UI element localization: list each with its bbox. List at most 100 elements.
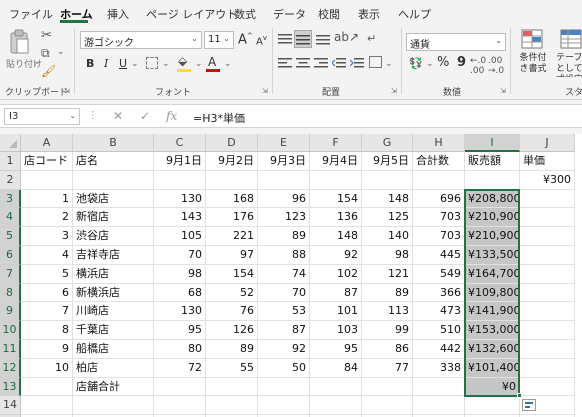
store-d2-cell[interactable]: 154 [206,264,258,284]
cell-j3[interactable] [520,189,575,209]
fill-color-icon[interactable]: ⬙ [178,54,187,68]
store-d2-cell[interactable]: 55 [206,358,258,378]
decrease-decimal-icon[interactable]: .00 →.0 [488,56,504,76]
column-header-g[interactable]: G [362,134,413,152]
store-total-cell[interactable]: 510 [413,321,465,340]
store-name-cell[interactable]: 新横浜店 [73,283,154,303]
cell-d13[interactable] [206,377,258,397]
store-d5-cell[interactable]: 77 [362,358,413,378]
align-top-icon[interactable] [278,33,292,48]
store-d5-cell[interactable]: 121 [362,264,413,284]
accounting-format-icon[interactable]: 💱 [409,57,423,70]
store-sales-cell[interactable]: ¥153,000 [465,321,521,340]
column-header-i[interactable]: I [465,134,520,152]
tab-page-layout[interactable]: ページ レイアウト [146,6,237,22]
column-header-e[interactable]: E [258,134,310,152]
store-code-cell[interactable]: 5 [21,264,73,284]
alignment-launcher-icon[interactable]: ⇲ [391,87,397,95]
store-d4-cell[interactable]: 102 [310,264,362,284]
store-d4-cell[interactable]: 87 [310,283,362,303]
merge-dropdown-icon[interactable]: ⌄ [385,59,393,69]
tab-help[interactable]: ヘルプ [398,6,431,22]
store-name-cell[interactable]: 川崎店 [73,302,154,322]
font-color-dropdown-icon[interactable]: ⌄ [224,59,232,69]
cell-h13[interactable] [413,377,465,397]
store-name-cell[interactable]: 新宿店 [73,208,154,228]
store-name-cell[interactable]: 渋谷店 [73,227,154,246]
increase-indent-icon[interactable] [349,57,364,72]
underline-dropdown-icon[interactable]: ⌄ [131,59,139,69]
store-d1-cell[interactable]: 143 [154,208,206,228]
align-right-icon[interactable] [314,57,328,72]
italic-button[interactable]: I [104,57,108,70]
comma-style-button[interactable]: 9 [457,55,466,70]
number-launcher-icon[interactable]: ⇲ [500,87,506,95]
cell-g14[interactable] [362,396,413,416]
store-sales-cell[interactable]: ¥208,800 [465,189,521,209]
tab-data[interactable]: データ [273,6,306,22]
store-code-cell[interactable]: 9 [21,340,73,359]
store-total-cell[interactable]: 442 [413,340,465,359]
store-d4-cell[interactable]: 95 [310,340,362,359]
store-d3-cell[interactable]: 123 [258,208,310,228]
cell-j8[interactable] [520,283,575,303]
font-launcher-icon[interactable]: ⇲ [262,87,268,95]
store-d1-cell[interactable]: 98 [154,264,206,284]
row-header-12[interactable]: 12 [0,358,21,378]
store-sales-cell[interactable]: ¥164,700 [465,264,521,284]
store-d4-cell[interactable]: 148 [310,227,362,246]
store-name-cell[interactable]: 吉祥寺店 [73,246,154,265]
store-total-cell[interactable]: 338 [413,358,465,378]
format-painter-icon[interactable]: 🖌 [41,64,56,78]
accounting-dropdown-icon[interactable]: ⌄ [426,59,434,69]
store-d5-cell[interactable]: 125 [362,208,413,228]
row-header-14[interactable]: 14 [0,396,21,416]
store-sales-cell[interactable]: ¥109,800 [465,283,521,303]
header-cell-d4[interactable]: 9月4日 [310,152,362,171]
cell-j13[interactable] [520,377,575,397]
store-name-cell[interactable]: 横浜店 [73,264,154,284]
column-header-j[interactable]: J [520,134,575,152]
store-d1-cell[interactable]: 95 [154,321,206,340]
cell-j11[interactable] [520,340,575,359]
cell-f14[interactable] [310,396,362,416]
store-d4-cell[interactable]: 84 [310,358,362,378]
store-code-cell[interactable]: 8 [21,321,73,340]
store-d5-cell[interactable]: 113 [362,302,413,322]
clipboard-launcher-icon[interactable]: ⇲ [64,87,70,95]
store-name-cell[interactable]: 船橋店 [73,340,154,359]
store-name-cell[interactable]: 柏店 [73,358,154,378]
cell-g13[interactable] [362,377,413,397]
formula-input[interactable]: =H3*単価 [193,110,245,126]
store-d5-cell[interactable]: 89 [362,283,413,303]
store-d1-cell[interactable]: 68 [154,283,206,303]
store-total-cell[interactable]: 473 [413,302,465,322]
align-left-icon[interactable] [278,57,292,72]
borders-icon[interactable] [146,57,158,69]
cell-j4[interactable] [520,208,575,228]
paste-icon[interactable] [8,29,30,57]
cancel-formula-icon[interactable]: ✕ [113,109,123,123]
store-total-cell[interactable]: 549 [413,264,465,284]
store-d3-cell[interactable]: 96 [258,189,310,209]
store-total-cell[interactable]: 703 [413,227,465,246]
column-header-c[interactable]: C [154,134,206,152]
increase-decimal-icon[interactable]: ←.0.00 [470,56,486,76]
store-code-cell[interactable]: 2 [21,208,73,228]
cell-j9[interactable] [520,302,575,322]
align-bottom-icon[interactable] [316,33,330,48]
cell-e13[interactable] [258,377,310,397]
percent-style-button[interactable]: % [437,55,449,70]
cell-a2[interactable] [21,170,73,190]
row-header-2[interactable]: 2 [0,170,21,190]
orientation-icon[interactable]: ab↗ [334,30,359,44]
store-d1-cell[interactable]: 130 [154,302,206,322]
header-cell-d5[interactable]: 9月5日 [362,152,413,171]
store-d2-cell[interactable]: 126 [206,321,258,340]
quick-analysis-icon[interactable] [522,399,536,412]
fill-color-dropdown-icon[interactable]: ⌄ [195,59,203,69]
enter-formula-icon[interactable]: ✓ [140,109,150,123]
cell-j5[interactable] [520,227,575,246]
copy-dropdown-icon[interactable]: ⌄ [57,47,65,57]
header-cell-total[interactable]: 合計数 [413,152,465,171]
